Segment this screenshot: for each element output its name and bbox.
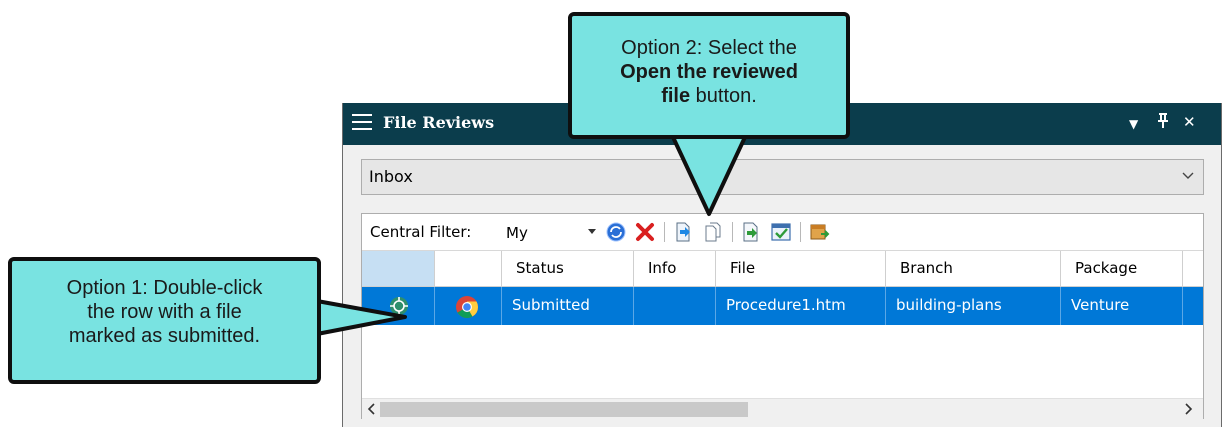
option2-line2: Open the reviewed — [620, 61, 798, 83]
option1-callout: Option 1: Double-click the row with a fi… — [8, 257, 321, 384]
option2-callout: Option 2: Select the Open the reviewed f… — [568, 12, 850, 139]
option2-line3-rest: button. — [690, 85, 757, 107]
option2-line3-bold: file — [661, 85, 691, 107]
option1-line3: marked as submitted. — [68, 325, 261, 347]
option1-line1: Option 1: Double-click — [66, 277, 263, 299]
option1-line2: the row with a file — [87, 301, 242, 323]
option2-line1: Option 2: Select the — [621, 37, 797, 59]
